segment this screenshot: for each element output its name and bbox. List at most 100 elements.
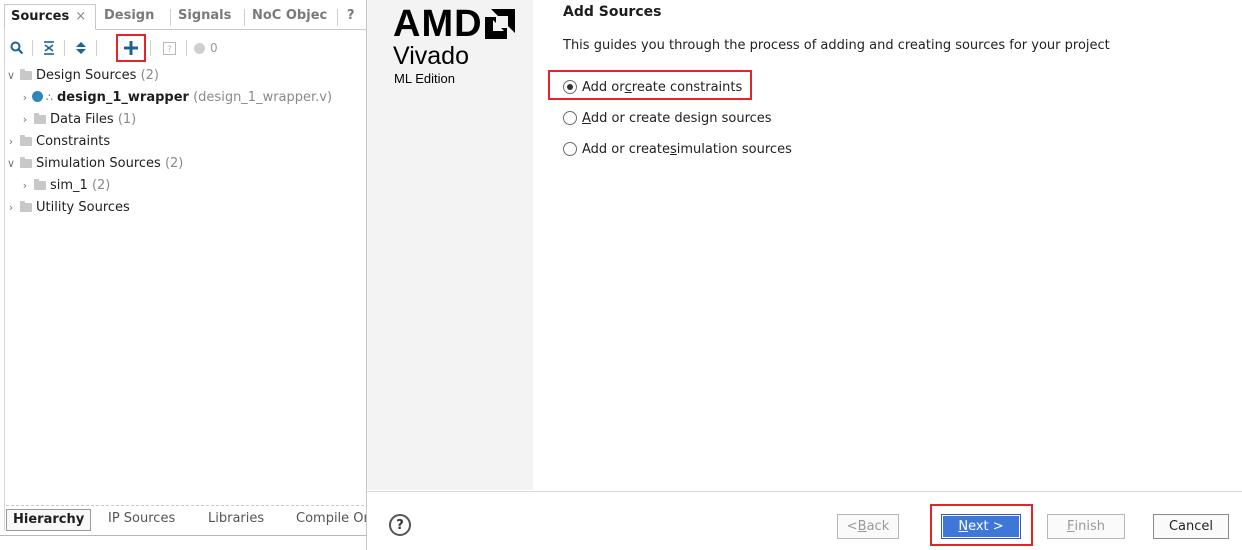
tab-noc-objects[interactable]: NoC Objec [246, 4, 336, 30]
tree-item-data-files[interactable]: › Data Files (1) [18, 109, 136, 131]
radio-button[interactable] [563, 142, 577, 156]
toolbar-divider [150, 40, 151, 56]
chevron-right-icon[interactable]: › [4, 131, 18, 153]
svg-text:?: ? [167, 45, 172, 55]
tab-help[interactable]: ? [341, 4, 363, 30]
folder-icon [20, 69, 32, 80]
tree-item-label: Constraints [36, 134, 111, 149]
label-text: < [846, 519, 858, 534]
add-sources-dialog: AMD Vivado ML Edition Add Sources This g… [366, 0, 1242, 550]
tree-item-utility-sources[interactable]: › Utility Sources [4, 197, 130, 219]
label-text: imulation sources [676, 141, 792, 157]
option-label: Add or create design sources [582, 111, 772, 126]
label-text: ack [866, 519, 890, 534]
tree-item-label: design_1_wrapper [57, 90, 189, 105]
search-icon[interactable] [6, 37, 28, 59]
tree-item-constraints[interactable]: › Constraints [4, 131, 110, 153]
tree-item-design-sources[interactable]: ∨ Design Sources (2) [4, 65, 159, 87]
sources-tree: ∨ Design Sources (2) › ∴ design_1_wrapper (… [4, 64, 366, 500]
expand-all-icon[interactable] [70, 37, 92, 59]
status-dot-icon [194, 42, 205, 54]
option-add-simulation-sources[interactable]: Add or create s imulation sources [563, 138, 792, 160]
cancel-button[interactable]: Cancel [1153, 514, 1229, 539]
sources-toolbar: ? 0 [4, 34, 366, 62]
tab-sources-label: Sources [11, 9, 70, 24]
chevron-right-icon[interactable]: › [18, 109, 32, 131]
tree-item-count: (2) [140, 68, 160, 83]
mnemonic: B [857, 519, 867, 534]
close-icon[interactable]: × [75, 9, 86, 24]
highlight-box [930, 504, 1033, 546]
help-button[interactable]: ? [389, 514, 411, 536]
page-title: Add Sources [563, 4, 662, 20]
sources-panel: Sources × Design Signals NoC Objec ? ? 0… [0, 0, 366, 550]
tree-item-label: Design Sources [36, 68, 137, 83]
tree-item-simulation-sources[interactable]: ∨ Simulation Sources (2) [4, 153, 183, 175]
mnemonic: F [1067, 519, 1075, 534]
sources-tabbar: Sources × Design Signals NoC Objec ? [4, 4, 366, 30]
tree-item-count: (2) [164, 156, 184, 171]
amd-arrow-icon [484, 9, 515, 39]
hierarchy-icon: ∴ [46, 91, 53, 104]
folder-icon [34, 113, 46, 124]
tab-ip-sources[interactable]: IP Sources [102, 509, 181, 531]
chevron-right-icon[interactable]: › [4, 197, 18, 219]
collapse-all-icon[interactable] [38, 37, 60, 59]
tab-hierarchy[interactable]: Hierarchy [6, 509, 92, 531]
plus-icon [124, 41, 138, 55]
tree-item-count: (1) [117, 112, 137, 127]
tree-item-file: (design_1_wrapper.v) [193, 90, 333, 105]
brand-sidebar: AMD Vivado ML Edition [367, 0, 533, 490]
mnemonic: A [582, 110, 591, 126]
help-square-icon[interactable]: ? [158, 37, 180, 59]
toolbar-divider [96, 40, 97, 56]
page-description: This guides you through the process of a… [563, 38, 1110, 53]
folder-icon [34, 179, 46, 190]
folder-icon [20, 201, 32, 212]
tree-item-count: (2) [91, 178, 111, 193]
tab-divider [244, 9, 245, 26]
tab-libraries[interactable]: Libraries [202, 509, 270, 531]
tab-divider [337, 9, 338, 26]
tab-sources[interactable]: Sources × [4, 4, 96, 30]
folder-icon [20, 135, 32, 146]
tree-item-sim-1[interactable]: › sim_1 (2) [18, 175, 111, 197]
sources-view-tabs: Hierarchy IP Sources Libraries Compile O… [6, 509, 366, 533]
toolbar-divider [64, 40, 65, 56]
highlight-box [548, 70, 752, 100]
add-sources-button[interactable] [116, 34, 146, 62]
chevron-right-icon[interactable]: › [18, 175, 32, 197]
tree-item-label: sim_1 [50, 178, 88, 193]
folder-icon [20, 157, 32, 168]
radio-button[interactable] [563, 111, 577, 125]
footer-divider [367, 491, 1242, 492]
divider [6, 505, 364, 506]
tree-item-design-wrapper[interactable]: › ∴ design_1_wrapper (design_1_wrapper.v) [18, 87, 332, 109]
finish-button[interactable]: Finish [1047, 514, 1125, 539]
label-text: dd or create design sources [590, 110, 772, 126]
option-add-design-sources[interactable]: Add or create design sources [563, 107, 772, 129]
chevron-down-icon[interactable]: ∨ [4, 153, 18, 175]
toolbar-divider [32, 40, 33, 56]
amd-logo-text: AMD [393, 3, 483, 45]
tab-divider [170, 9, 171, 26]
status-indicator: 0 [194, 37, 234, 59]
option-label: Add or create s imulation sources [582, 142, 792, 157]
mnemonic: s [670, 141, 677, 157]
toolbar-divider [186, 40, 187, 56]
amd-logo: AMD [393, 4, 515, 44]
back-button[interactable]: < Back [837, 514, 899, 539]
tab-signals[interactable]: Signals [172, 4, 244, 30]
label-text: inish [1074, 519, 1105, 534]
status-count: 0 [210, 41, 218, 55]
chevron-right-icon[interactable]: › [18, 87, 32, 109]
tree-item-label: Utility Sources [36, 200, 130, 215]
product-name: Vivado [393, 42, 469, 70]
product-edition: ML Edition [394, 71, 455, 86]
tree-item-label: Simulation Sources [36, 156, 161, 171]
tree-item-label: Data Files [50, 112, 114, 127]
tab-design[interactable]: Design [98, 4, 170, 30]
tab-compile-order[interactable]: Compile Or [290, 509, 366, 531]
chevron-down-icon[interactable]: ∨ [4, 65, 18, 87]
divider [0, 535, 366, 536]
